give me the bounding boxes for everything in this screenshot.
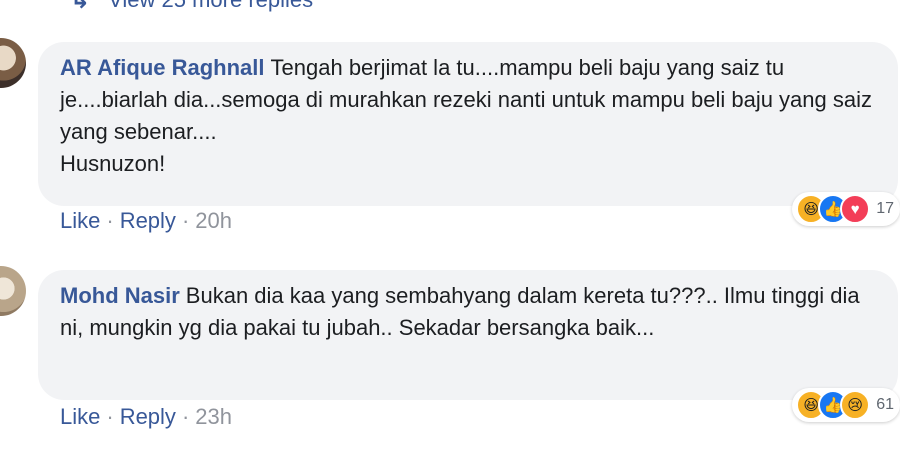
avatar[interactable]: [0, 266, 26, 316]
comment-bubble: Mohd Nasir Bukan dia kaa yang sembahyang …: [38, 270, 898, 400]
separator: ·: [181, 404, 190, 429]
reactions-summary[interactable]: 😆 👍 ♥ 17: [792, 192, 900, 226]
like-link[interactable]: Like: [60, 404, 100, 430]
reply-link[interactable]: Reply: [120, 404, 176, 430]
comment-actions: Like · Reply · 23h: [60, 404, 232, 430]
comment-text-line: Husnuzon!: [60, 151, 166, 176]
comment-actions: Like · Reply · 20h: [60, 208, 232, 234]
view-more-label: View 25 more replies: [108, 0, 313, 13]
separator: ·: [181, 208, 190, 233]
reaction-count: 17: [876, 200, 894, 217]
view-more-replies-link[interactable]: ↳ View 25 more replies: [70, 0, 313, 14]
comment-author[interactable]: Mohd Nasir: [60, 283, 180, 308]
comment-timestamp[interactable]: 20h: [195, 208, 232, 234]
reactions-summary[interactable]: 😆 👍 😢 61: [792, 388, 900, 422]
reply-link[interactable]: Reply: [120, 208, 176, 234]
avatar[interactable]: [0, 38, 26, 88]
reply-arrow-icon: ↳: [70, 0, 91, 14]
love-icon: ♥: [840, 194, 871, 224]
comment-timestamp[interactable]: 23h: [195, 404, 232, 430]
separator: ·: [106, 208, 114, 233]
sad-icon: 😢: [840, 390, 871, 420]
separator: ·: [106, 404, 114, 429]
comment-author[interactable]: AR Afique Raghnall: [60, 55, 265, 80]
like-link[interactable]: Like: [60, 208, 100, 234]
comment-bubble: AR Afique Raghnall Tengah berjimat la tu.…: [38, 42, 898, 206]
reaction-count: 61: [876, 396, 894, 413]
